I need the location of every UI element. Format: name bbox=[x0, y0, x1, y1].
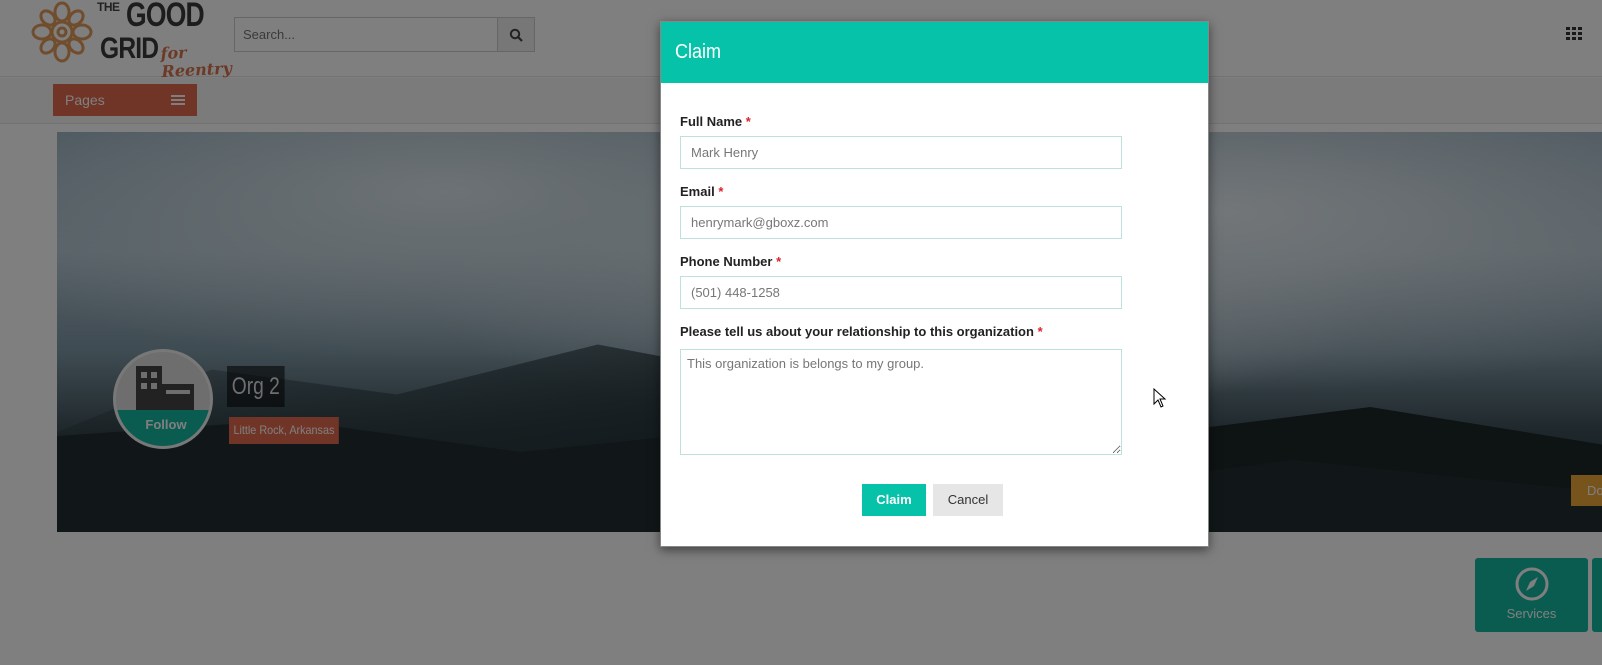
required-marker: * bbox=[776, 254, 782, 269]
mouse-cursor-icon bbox=[1153, 388, 1167, 408]
full-name-label-text: Full Name bbox=[680, 114, 743, 129]
phone-label-text: Phone Number bbox=[680, 254, 773, 269]
dialog-header: Claim bbox=[661, 22, 1208, 83]
required-marker: * bbox=[1037, 324, 1043, 339]
relationship-label: Please tell us about your relationship t… bbox=[680, 324, 1043, 340]
relationship-textarea[interactable] bbox=[680, 349, 1122, 455]
phone-field[interactable] bbox=[680, 276, 1122, 309]
relationship-label-text: Please tell us about your relationship t… bbox=[680, 324, 1034, 339]
required-marker: * bbox=[745, 114, 751, 129]
email-label: Email * bbox=[680, 184, 723, 200]
full-name-field[interactable] bbox=[680, 136, 1122, 169]
full-name-label: Full Name * bbox=[680, 114, 751, 130]
email-label-text: Email bbox=[680, 184, 715, 199]
required-marker: * bbox=[718, 184, 724, 199]
dialog-title: Claim bbox=[675, 41, 722, 63]
email-field[interactable] bbox=[680, 206, 1122, 239]
claim-button[interactable]: Claim bbox=[862, 484, 926, 516]
claim-dialog: Claim Full Name * Email * Phone Number *… bbox=[660, 21, 1209, 547]
cancel-button[interactable]: Cancel bbox=[933, 484, 1003, 516]
phone-label: Phone Number * bbox=[680, 254, 781, 270]
